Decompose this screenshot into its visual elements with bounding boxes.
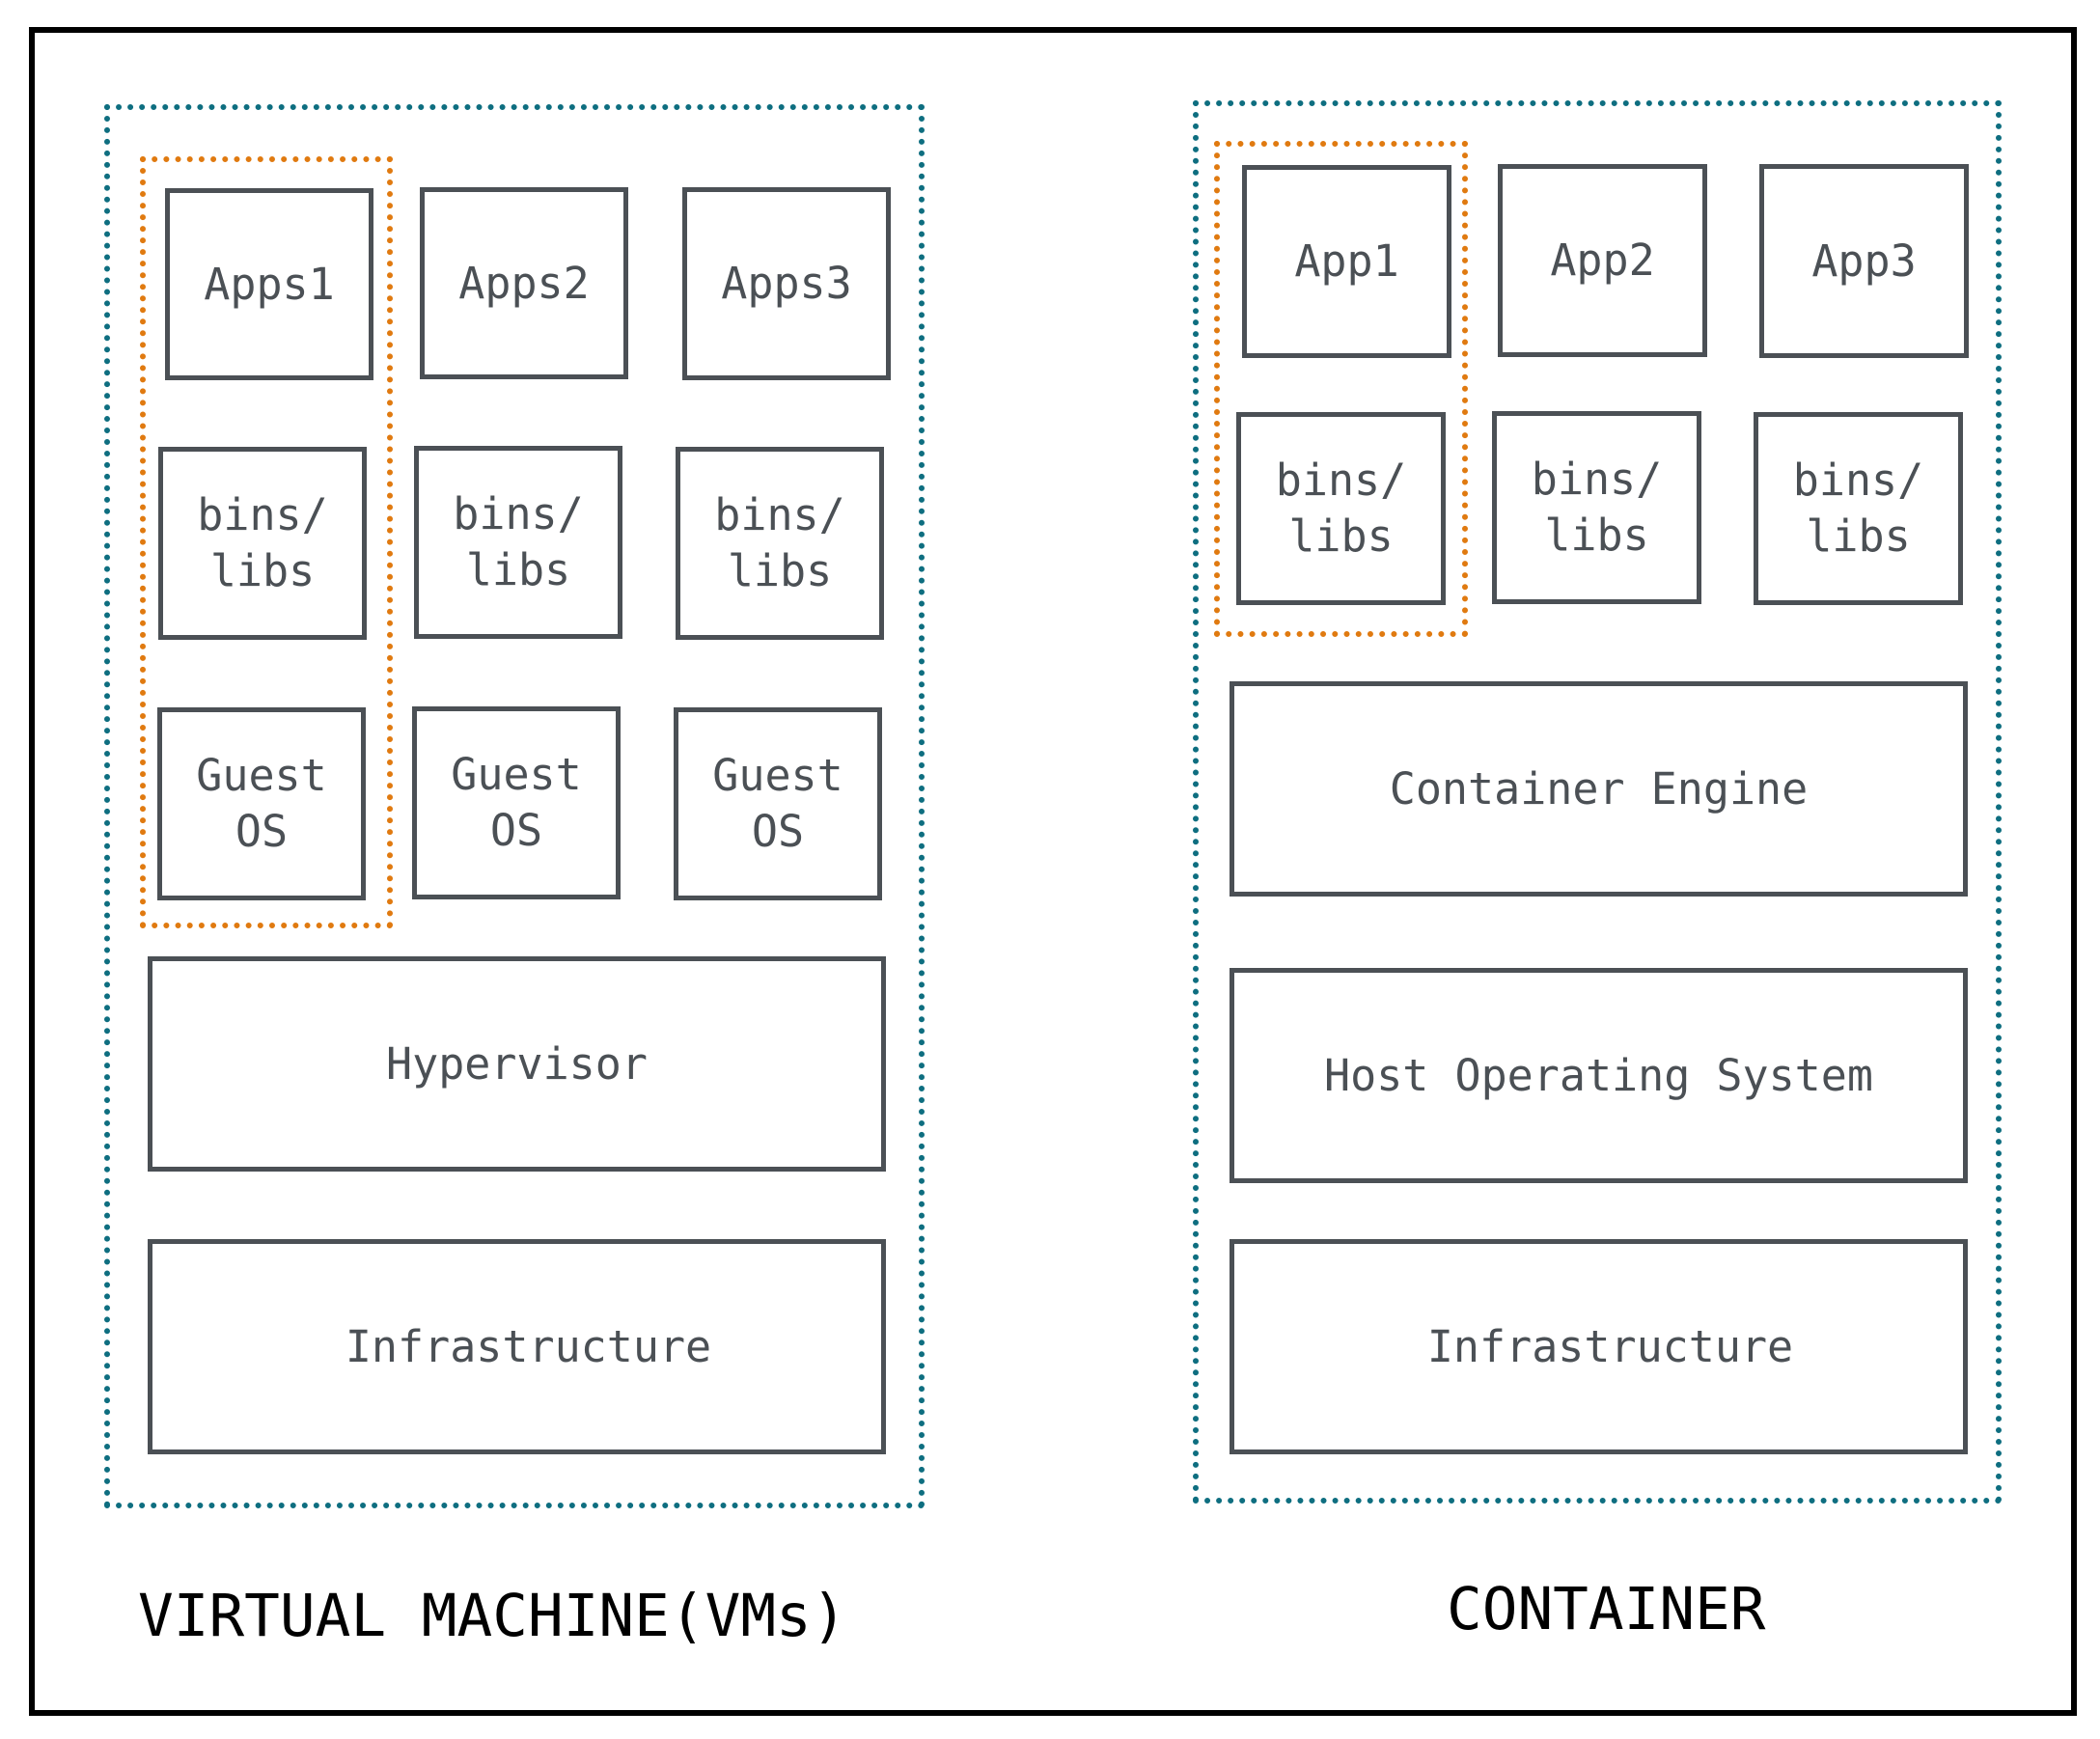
container-host-os-box: Host Operating System (1230, 968, 1968, 1183)
container-libs-box-1: bins/ libs (1236, 412, 1446, 605)
vm-app-box-1: Apps1 (165, 188, 373, 380)
vm-libs-box-2: bins/ libs (414, 446, 622, 639)
container-libs-box-3: bins/ libs (1754, 412, 1963, 605)
vm-libs-box-1: bins/ libs (158, 447, 367, 640)
container-infrastructure-box: Infrastructure (1230, 1239, 1968, 1454)
container-libs-box-2: bins/ libs (1492, 411, 1701, 604)
vm-app-box-3: Apps3 (682, 187, 891, 380)
container-app-box-2: App2 (1498, 164, 1707, 357)
vm-infrastructure-box: Infrastructure (148, 1239, 886, 1454)
container-app-box-1: App1 (1242, 165, 1451, 358)
vm-guest-os-box-3: Guest OS (674, 707, 882, 900)
vm-libs-box-3: bins/ libs (676, 447, 884, 640)
vm-guest-os-box-2: Guest OS (412, 706, 621, 899)
vm-guest-os-box-1: Guest OS (157, 707, 366, 900)
vm-title-label: VIRTUAL MACHINE(VMs) (138, 1582, 847, 1650)
container-app-box-3: App3 (1759, 164, 1969, 358)
container-title-label: CONTAINER (1447, 1575, 1766, 1643)
vm-hypervisor-box: Hypervisor (148, 956, 886, 1172)
container-engine-box: Container Engine (1230, 681, 1968, 897)
vm-app-box-2: Apps2 (420, 187, 628, 379)
